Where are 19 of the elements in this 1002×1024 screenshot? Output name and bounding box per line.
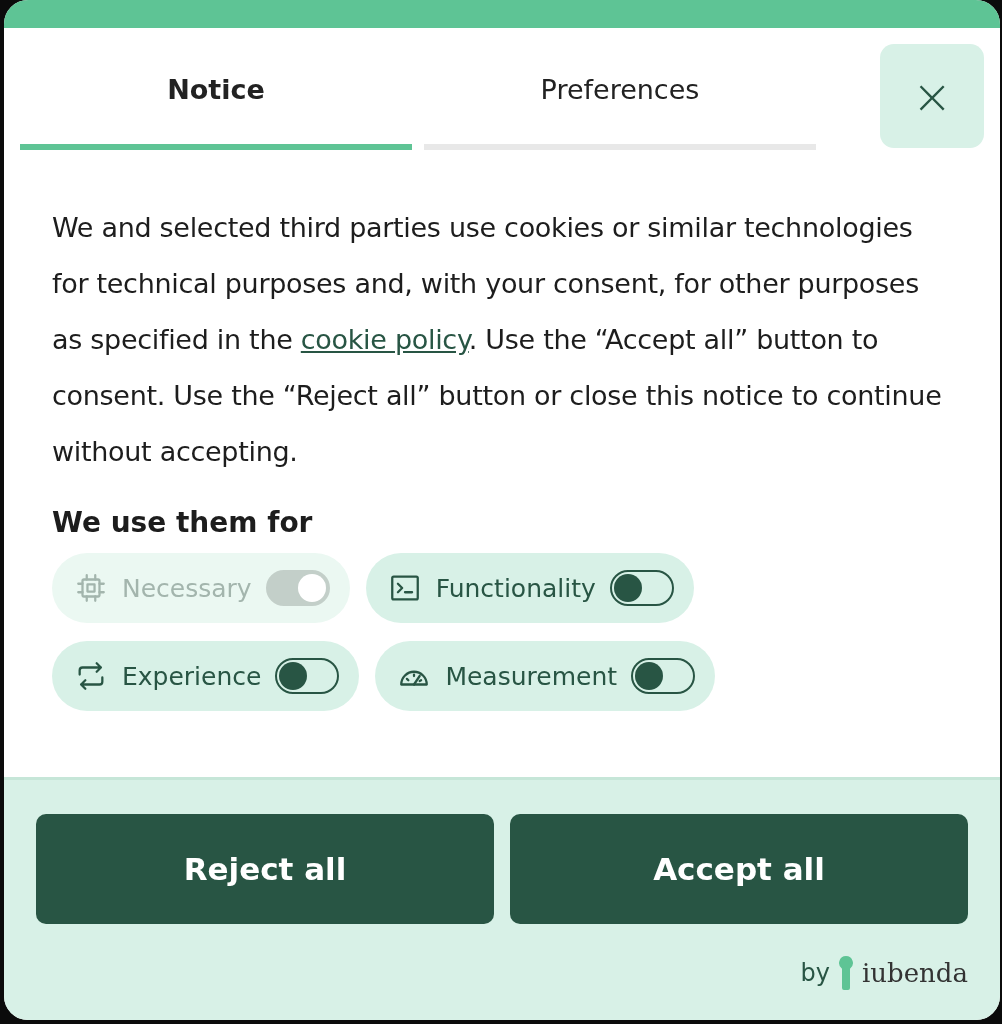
- notice-text: We and selected third parties use cookies or similar technologies for technical purposes and, with your consent, for other purposes as specified in the cookie policy. Use the “Accept all” button to consent. Use the “Reject all” button or close this notice to continue without accepting.: [52, 211, 943, 469]
- toggle-switch[interactable]: [275, 658, 340, 694]
- reject-button[interactable]: Reject all: [36, 814, 494, 924]
- chip-icon: [74, 571, 108, 605]
- purpose-label: Necessary: [122, 573, 252, 603]
- cookie-policy-link[interactable]: cookie policy: [300, 324, 469, 355]
- purpose-label: Measurement: [445, 661, 618, 691]
- purposes-heading: We use them for: [52, 506, 314, 539]
- accept-button[interactable]: Accept all: [510, 814, 968, 924]
- tab[interactable]: Preferences: [424, 44, 816, 150]
- tab[interactable]: Notice: [20, 44, 412, 150]
- brand-prefix: by: [800, 959, 830, 987]
- toggle-switch[interactable]: [631, 658, 696, 694]
- keyhole-icon: [838, 956, 854, 990]
- purpose-label: Experience: [122, 661, 262, 691]
- toggle-switch[interactable]: [609, 570, 674, 606]
- purpose-label: Functionality: [435, 573, 596, 603]
- close-button[interactable]: ×: [880, 44, 984, 148]
- brand-name: iubenda: [862, 958, 968, 988]
